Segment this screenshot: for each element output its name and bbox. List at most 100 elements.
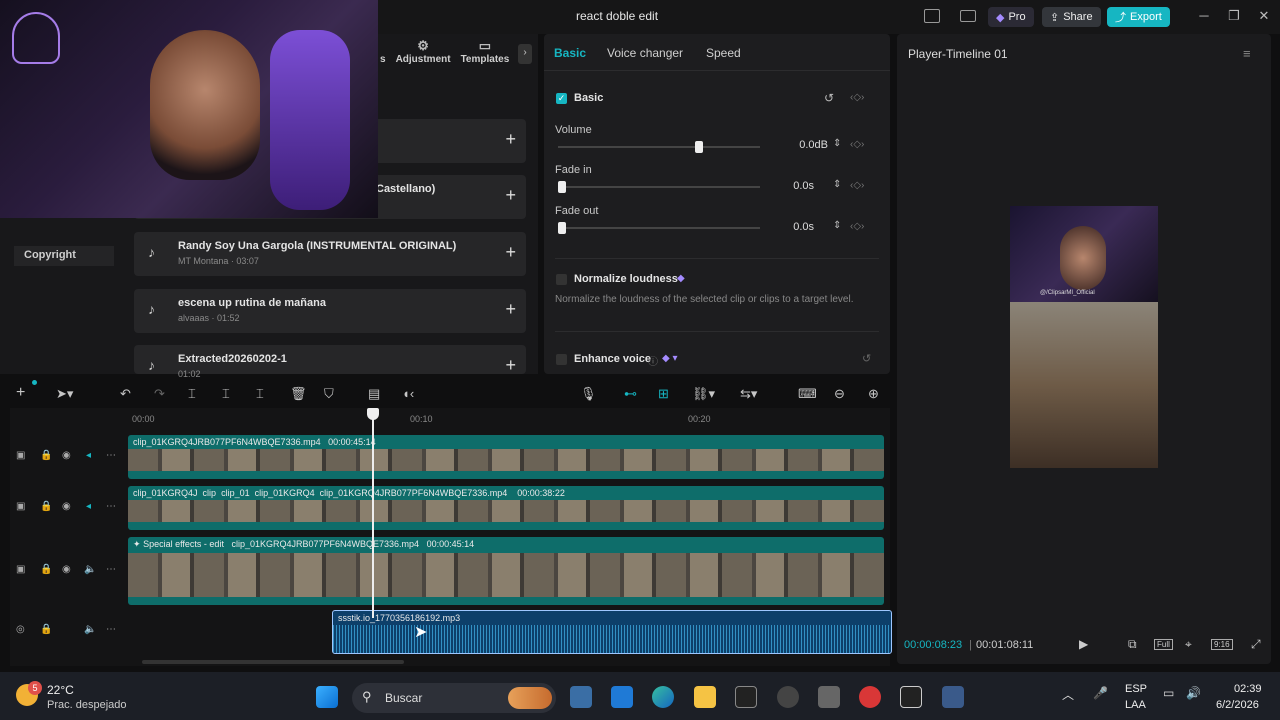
sidebar-item-copyright[interactable]: Copyright (14, 246, 114, 266)
music-card[interactable]: ♪ escena up rutina de mañana alvaaas · 01:… (134, 289, 526, 333)
playhead-handle[interactable] (367, 408, 379, 420)
preview-axis-icon[interactable]: ⇆▾ (740, 386, 757, 402)
volume-value[interactable]: 0.0dB (778, 137, 828, 155)
more-icon[interactable]: ⋯ (106, 564, 116, 575)
split-icon[interactable]: ⌶ (188, 386, 196, 402)
fadeout-slider[interactable] (558, 222, 760, 234)
add-icon[interactable]: + (505, 299, 516, 320)
quality-button[interactable]: Full (1154, 639, 1173, 650)
capcut-icon[interactable] (735, 686, 757, 708)
stepper-icon[interactable]: ⇕ (833, 220, 841, 231)
fit-icon[interactable]: ⧉ (1128, 637, 1137, 652)
normalize-checkbox[interactable] (556, 274, 567, 285)
task-view-icon[interactable] (570, 686, 592, 708)
volume-slider[interactable] (558, 141, 760, 153)
tray-chevron-icon[interactable]: ︿ (1062, 686, 1074, 703)
taskbar-search[interactable]: ⚲ Buscar (352, 683, 556, 713)
video-clip[interactable]: ✦ Special effects - edit clip_01KGRQ4JRB… (128, 537, 884, 605)
capcut-active-icon[interactable] (900, 686, 922, 708)
more-icon[interactable]: ⋯ (106, 450, 116, 461)
speaker-icon[interactable]: 🔈 (84, 624, 96, 635)
app-icon[interactable] (777, 686, 799, 708)
music-card[interactable]: ♪ Randy Soy Una Gargola (INSTRUMENTAL ORI… (134, 232, 526, 276)
video-clip[interactable]: clip_01KGRQ4J clip clip_01 clip_01KGRQ4 … (128, 486, 884, 530)
fadeout-knob[interactable] (558, 222, 566, 234)
layout-icon[interactable] (924, 9, 940, 23)
add-icon[interactable]: + (505, 129, 516, 150)
menu-icon[interactable]: ≡ (1243, 46, 1251, 61)
add-icon[interactable]: + (505, 185, 516, 206)
shield-icon[interactable]: ⛉ (324, 386, 334, 402)
fullscreen-icon[interactable]: ⤢ (1251, 637, 1261, 652)
ratio-button[interactable]: 9:16 (1211, 639, 1233, 650)
store-icon[interactable] (611, 686, 633, 708)
eye-icon[interactable]: ◉ (62, 501, 71, 512)
lock-icon[interactable]: 🔒 (40, 450, 52, 461)
lock-icon[interactable]: 🔒 (40, 564, 52, 575)
marker-icon[interactable]: ◖‹ (402, 386, 414, 401)
video-preview[interactable]: @/ClipsarMI_Official (1010, 206, 1158, 468)
microphone-tray-icon[interactable]: 🎤 (1093, 686, 1108, 700)
clock-time[interactable]: 02:39 (1234, 683, 1262, 695)
windows-start-icon[interactable] (316, 686, 338, 708)
more-icon[interactable]: ⋯ (106, 501, 116, 512)
edge-icon[interactable] (652, 686, 674, 708)
tab-templates[interactable]: ▭ Templates (461, 38, 510, 78)
enhance-checkbox[interactable] (556, 354, 567, 365)
fadeout-value[interactable]: 0.0s (764, 219, 814, 237)
add-icon[interactable]: + (505, 242, 516, 263)
app-icon[interactable] (942, 686, 964, 708)
undo-icon[interactable]: ↶ (120, 386, 131, 402)
fadein-slider[interactable] (558, 181, 760, 193)
zoom-out-icon[interactable]: ⊖ (834, 386, 845, 402)
more-icon[interactable]: ⋯ (106, 624, 116, 635)
music-card[interactable]: ♪ Extracted20260202-1 01:02 + (134, 345, 526, 379)
keyframe-icon[interactable]: ‹◇› (850, 221, 864, 232)
clock-date[interactable]: 6/2/2026 (1216, 699, 1259, 711)
video-clip[interactable]: clip_01KGRQ4JRB077PF6N4WBQE7336.mp4 00:0… (128, 435, 884, 479)
pro-button[interactable]: ◆ Pro (988, 7, 1034, 27)
tab-speed[interactable]: Speed (706, 46, 741, 60)
add-track-icon[interactable]: + (16, 384, 25, 402)
lock-icon[interactable]: 🔒 (40, 624, 52, 635)
basic-checkbox[interactable]: ✓ (556, 93, 567, 104)
reset-icon[interactable]: ↺ (862, 352, 871, 365)
share-button[interactable]: ⇪ Share (1042, 7, 1101, 27)
eye-icon[interactable]: ◉ (62, 450, 71, 461)
timeline-scrollbar[interactable] (142, 660, 404, 664)
cover-icon[interactable]: ▣ (16, 450, 25, 461)
audio-icon[interactable]: ◂ (86, 450, 91, 461)
lock-icon[interactable]: 🔒 (40, 501, 52, 512)
zoom-in-icon[interactable]: ⊕ (868, 386, 879, 402)
speaker-icon[interactable]: 🔈 (84, 564, 96, 575)
add-icon[interactable]: + (505, 355, 516, 376)
minimize-icon[interactable]: ─ (1194, 8, 1214, 26)
volume-icon[interactable]: 🔊 (1186, 686, 1201, 700)
play-icon[interactable]: ▶ (1079, 637, 1088, 651)
tab-basic[interactable]: Basic (554, 46, 586, 60)
cover-icon[interactable]: ▣ (16, 564, 25, 575)
playhead[interactable] (367, 408, 379, 618)
keyframe-icon[interactable]: ‹◇› (850, 139, 864, 150)
tab-adjustment[interactable]: ⚙ Adjustment (396, 38, 451, 78)
tab-partial[interactable]: s (380, 38, 386, 78)
language-secondary[interactable]: LAA (1125, 699, 1146, 711)
keyframe-icon[interactable]: ‹◇› (850, 180, 864, 191)
eye-icon[interactable]: ◉ (62, 564, 71, 575)
volume-knob[interactable] (695, 141, 704, 153)
cover-icon[interactable]: ▣ (16, 501, 25, 512)
keyboard-icon[interactable] (960, 10, 976, 22)
network-icon[interactable]: ▭ (1163, 686, 1174, 700)
stepper-icon[interactable]: ⇕ (833, 138, 841, 149)
track-settings-icon[interactable]: ⌨ (798, 386, 817, 402)
split-left-icon[interactable]: ⌶ (222, 386, 230, 402)
magnet-icon[interactable]: ⊷ (624, 386, 637, 402)
delete-icon[interactable]: 🗑 (290, 386, 307, 402)
keyframe-icon[interactable]: ‹◇› (850, 92, 864, 103)
time-ruler[interactable]: 00:00 00:10 00:20 (128, 408, 890, 426)
microphone-icon[interactable]: 🎙 (580, 386, 597, 402)
tabs-scroll-right-icon[interactable]: › (518, 44, 532, 64)
stepper-icon[interactable]: ⇕ (833, 179, 841, 190)
close-icon[interactable]: ✕ (1254, 8, 1274, 26)
caption-icon[interactable]: ▤ (368, 386, 380, 402)
